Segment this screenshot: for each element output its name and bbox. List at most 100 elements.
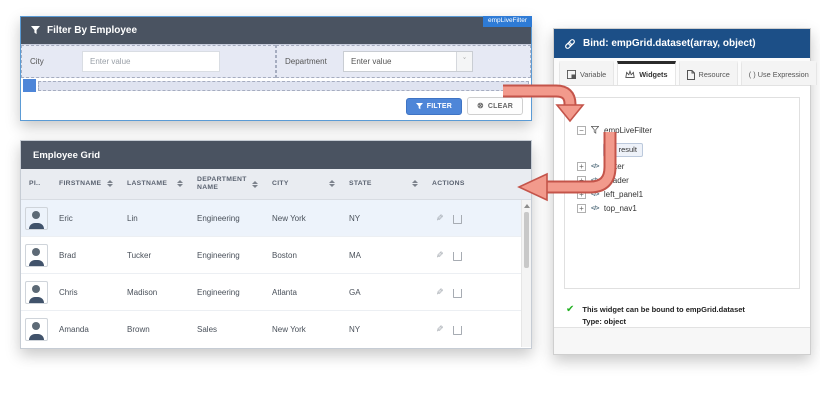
table-cell: Chris xyxy=(51,288,119,297)
table-cell: Lin xyxy=(119,214,189,223)
tab-variable[interactable]: Variable xyxy=(559,61,614,85)
city-input[interactable] xyxy=(82,51,220,72)
employee-photo xyxy=(25,281,48,304)
department-field-cell: Department Enter value ˇ xyxy=(276,45,531,78)
tab-use-expression[interactable]: ( ) Use Expression xyxy=(741,61,817,85)
filter-subrow xyxy=(21,78,531,93)
grid-scrollbar[interactable] xyxy=(521,200,531,347)
tab-label: Resource xyxy=(699,70,730,79)
code-icon: </> xyxy=(591,163,599,170)
employee-grid-panel: Employee Grid PI..FIRSTNAMELASTNAMEDEPAR… xyxy=(20,140,532,349)
sort-icon[interactable] xyxy=(412,180,418,187)
filter-funnel-icon xyxy=(31,26,40,35)
tree-item-left_panel1[interactable]: +</>left_panel1 xyxy=(577,188,793,200)
table-cell: Tucker xyxy=(119,251,189,260)
table-row[interactable]: ChrisMadisonEngineeringAtlantaGA✎ xyxy=(21,274,531,311)
tree-item-footer[interactable]: +</>footer xyxy=(577,160,793,172)
tab-label: ( ) Use Expression xyxy=(749,70,809,79)
sort-icon[interactable] xyxy=(252,181,258,188)
check-icon: ✔ xyxy=(566,304,574,327)
grid-column-label: STATE xyxy=(349,180,372,188)
tree-child-label: result xyxy=(619,145,637,154)
scrollbar-thumb[interactable] xyxy=(524,212,529,268)
table-cell: Brad xyxy=(51,251,119,260)
filter-funnel-icon xyxy=(591,121,599,139)
delete-trash-icon[interactable] xyxy=(453,326,462,335)
tree-child-result[interactable]: <>result xyxy=(603,143,643,157)
tree-item-header[interactable]: +</>header xyxy=(577,174,793,186)
actions-cell: ✎ xyxy=(424,324,531,335)
filter-form-row: City Department Enter value ˇ xyxy=(21,44,531,78)
scroll-up-icon[interactable] xyxy=(524,204,530,208)
picture-cell xyxy=(21,207,51,230)
grid-column-label: PI.. xyxy=(29,180,40,188)
grid-body: EricLinEngineeringNew YorkNY✎BradTuckerE… xyxy=(21,200,531,347)
filter-panel-header: Filter By Employee xyxy=(21,17,531,44)
department-select-value: Enter value xyxy=(344,52,456,71)
table-row[interactable]: BradTuckerEngineeringBostonMA✎ xyxy=(21,237,531,274)
bind-dialog-tabs: Variable Widgets Resource ( ) Use Expressio… xyxy=(554,58,810,86)
filter-actions-row: FILTER ⊗ CLEAR xyxy=(21,93,531,119)
canvas: empLiveFilter Filter By Employee City De… xyxy=(0,0,820,402)
edit-pencil-icon[interactable]: ✎ xyxy=(436,214,444,223)
edit-pencil-icon[interactable]: ✎ xyxy=(436,251,444,260)
table-cell: New York xyxy=(264,214,341,223)
bind-message-line2: Type: object xyxy=(582,316,745,328)
grid-column-label: CITY xyxy=(272,180,289,188)
table-cell: Engineering xyxy=(189,251,264,260)
grid-title-bar: Employee Grid xyxy=(21,141,531,169)
employee-photo xyxy=(25,244,48,267)
table-cell: Engineering xyxy=(189,288,264,297)
drag-handle[interactable] xyxy=(23,79,36,92)
expand-icon[interactable]: + xyxy=(577,190,586,199)
filter-button[interactable]: FILTER xyxy=(406,98,462,115)
expand-icon[interactable]: + xyxy=(577,176,586,185)
edit-pencil-icon[interactable]: ✎ xyxy=(436,288,444,297)
grid-column-headers: PI..FIRSTNAMELASTNAMEDEPARTMENT NAMECITY… xyxy=(21,169,531,200)
city-label: City xyxy=(30,57,82,66)
filter-panel-title: Filter By Employee xyxy=(47,25,137,36)
widgets-tree: −empLiveFilter<>result+</>footer+</>head… xyxy=(564,97,800,289)
sort-icon[interactable] xyxy=(177,180,183,187)
employee-photo xyxy=(25,318,48,341)
picture-cell xyxy=(21,244,51,267)
collapse-icon[interactable]: − xyxy=(577,126,586,135)
tab-label: Widgets xyxy=(639,70,667,79)
delete-trash-icon[interactable] xyxy=(453,252,462,261)
tab-widgets[interactable]: Widgets xyxy=(617,61,675,85)
bind-dialog-header: Bind: empGrid.dataset(array, object) xyxy=(554,29,810,58)
edit-pencil-icon[interactable]: ✎ xyxy=(436,325,444,334)
bind-message-text: This widget can be bound to empGrid.data… xyxy=(582,304,745,327)
table-row[interactable]: EricLinEngineeringNew YorkNY✎ xyxy=(21,200,531,237)
actions-cell: ✎ xyxy=(424,287,531,298)
tree-item-top_nav1[interactable]: +</>top_nav1 xyxy=(577,202,793,214)
grid-column-label: ACTIONS xyxy=(432,180,465,188)
sort-icon[interactable] xyxy=(107,180,113,187)
table-cell: New York xyxy=(264,325,341,334)
filter-button-label: FILTER xyxy=(427,103,452,110)
expand-icon[interactable]: + xyxy=(577,162,586,171)
variable-icon xyxy=(567,70,576,79)
table-row[interactable]: AmandaBrownSalesNew YorkNY✎ xyxy=(21,311,531,347)
tab-resource[interactable]: Resource xyxy=(679,61,738,85)
table-cell: Engineering xyxy=(189,214,264,223)
widget-name-badge: empLiveFilter xyxy=(483,16,532,27)
grid-column-header: CITY xyxy=(264,180,341,188)
picture-cell xyxy=(21,318,51,341)
chevron-down-icon[interactable]: ˇ xyxy=(456,52,472,71)
delete-trash-icon[interactable] xyxy=(453,289,462,298)
grid-column-header: LASTNAME xyxy=(119,180,189,188)
clear-button[interactable]: ⊗ CLEAR xyxy=(467,97,523,115)
form-placeholder-bar xyxy=(38,81,529,91)
link-icon xyxy=(564,38,576,50)
picture-cell xyxy=(21,281,51,304)
tree-item-emplivefilter[interactable]: −empLiveFilter xyxy=(577,124,793,136)
grid-column-header: ACTIONS xyxy=(424,180,531,188)
grid-column-header: PI.. xyxy=(21,180,51,188)
department-select[interactable]: Enter value ˇ xyxy=(343,51,473,72)
sort-icon[interactable] xyxy=(329,180,335,187)
table-cell: Boston xyxy=(264,251,341,260)
grid-rows-container: EricLinEngineeringNew YorkNY✎BradTuckerE… xyxy=(21,200,531,347)
delete-trash-icon[interactable] xyxy=(453,215,462,224)
expand-icon[interactable]: + xyxy=(577,204,586,213)
